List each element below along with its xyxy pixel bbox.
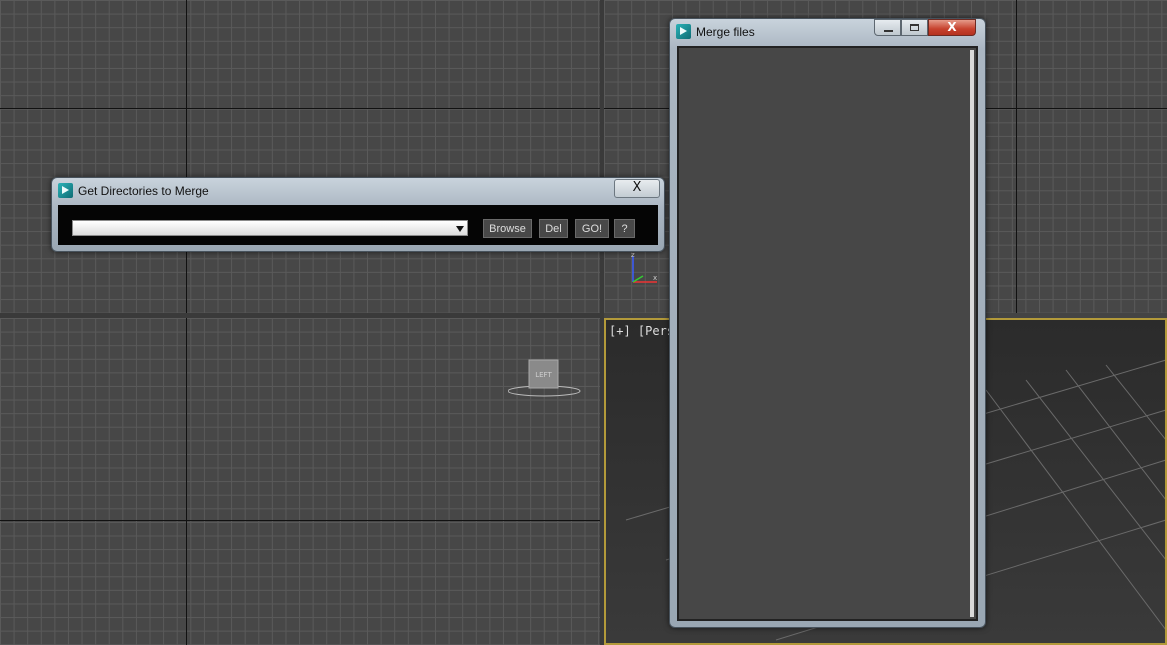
dropdown-arrow-icon[interactable] — [456, 226, 464, 232]
minimize-button[interactable] — [874, 19, 901, 36]
help-button[interactable]: ? — [614, 219, 635, 238]
top-viewport[interactable] — [0, 0, 600, 313]
merge-file-list[interactable] — [677, 46, 978, 621]
viewcube[interactable]: LEFT — [508, 358, 582, 398]
axis-x-label: x — [653, 274, 657, 282]
grid-axis-line — [186, 318, 187, 645]
maximize-button[interactable] — [901, 19, 928, 36]
window-title: Merge files — [696, 25, 755, 39]
window-title: Get Directories to Merge — [78, 184, 209, 198]
directory-dropdown[interactable] — [72, 220, 468, 236]
axis-z-label: z — [631, 252, 635, 259]
grid-axis-line — [1016, 0, 1017, 313]
app-icon — [58, 183, 73, 198]
grid-axis-line — [186, 0, 187, 313]
browse-button[interactable]: Browse — [483, 219, 532, 238]
grid-axis-line — [0, 520, 600, 521]
app-icon — [676, 24, 691, 39]
grid-axis-line — [0, 108, 600, 109]
go-button[interactable]: GO! — [575, 219, 609, 238]
viewcube-face-label: LEFT — [535, 371, 552, 379]
close-button[interactable]: X — [928, 19, 976, 36]
scrollbar[interactable] — [970, 50, 974, 617]
merge-files-window: Merge files X — [669, 18, 986, 628]
close-button[interactable]: X — [614, 179, 660, 198]
delete-button[interactable]: Del — [539, 219, 568, 238]
axis-tripod-icon: z x — [631, 252, 657, 283]
dir-window-body: Browse Del GO! ? — [58, 205, 658, 245]
window-controls: X — [874, 19, 980, 37]
viewport-divider[interactable] — [0, 313, 604, 318]
viewport-divider[interactable] — [600, 0, 604, 645]
get-directories-window: Get Directories to Merge X Browse Del GO… — [51, 177, 665, 252]
